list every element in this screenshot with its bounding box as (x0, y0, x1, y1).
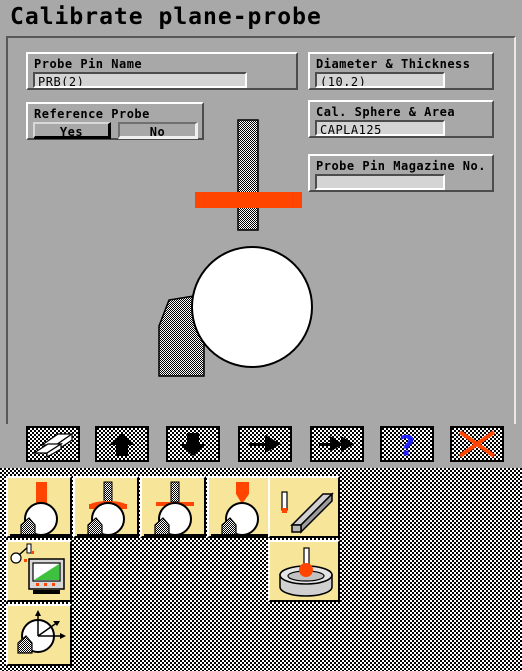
toolbar-button-next[interactable] (238, 426, 292, 462)
svg-text:?: ? (399, 429, 415, 460)
icon-palette (0, 468, 522, 671)
title-bar: Calibrate plane-probe (0, 0, 522, 38)
reference-probe-no-button[interactable]: No (118, 122, 198, 139)
monitor-display-icon (10, 543, 65, 594)
probe-pin-name-group: Probe Pin Name PRB(2) (26, 52, 298, 90)
palette-probe-cone[interactable] (207, 476, 273, 538)
toolbar-button-help[interactable]: ? (380, 426, 434, 462)
sphere-axes-icon (17, 610, 66, 654)
diameter-thickness-label: Diameter & Thickness (316, 57, 471, 71)
gauge-block-icon (281, 491, 334, 534)
reference-probe-yes-button[interactable]: Yes (33, 122, 111, 139)
cal-sphere-area-label: Cal. Sphere & Area (316, 105, 456, 119)
question-mark-icon: ? (382, 428, 432, 460)
red-cross-icon (452, 428, 502, 460)
probe-straight-stylus-icon (10, 482, 70, 536)
diameter-thickness-input[interactable]: (10,2) (315, 72, 445, 88)
probe-pin-magazine-group: Probe Pin Magazine No. (308, 154, 494, 192)
calibration-sphere-base-icon (279, 547, 333, 597)
cal-sphere-area-group: Cal. Sphere & Area CAPLA125 (308, 100, 494, 138)
arrow-down-icon (168, 428, 218, 460)
two-blocks-icon (28, 428, 78, 460)
cal-sphere-area-input[interactable]: CAPLA125 (315, 120, 445, 136)
arrow-right-icon (240, 428, 290, 460)
palette-sphere-axes[interactable] (6, 604, 72, 666)
palette-probe-plane[interactable] (140, 476, 206, 538)
main-panel: Probe Pin Name PRB(2) Reference Probe Ye… (6, 36, 516, 426)
reference-probe-group: Reference Probe Yes No (26, 102, 204, 140)
toolbar-button-down[interactable] (166, 426, 220, 462)
probe-cone-stylus-icon (211, 482, 271, 536)
reference-probe-label: Reference Probe (34, 107, 150, 121)
arrow-up-icon (97, 428, 147, 460)
probe-diagram (158, 119, 313, 377)
diameter-thickness-group: Diameter & Thickness (10,2) (308, 52, 494, 90)
toolbar-button-up[interactable] (95, 426, 149, 462)
application-window: Calibrate plane-probe Probe Pin Name PRB… (0, 0, 522, 671)
toolbar-button-next-all[interactable] (310, 426, 364, 462)
probe-pin-name-label: Probe Pin Name (34, 57, 143, 71)
toolbar: ? (0, 424, 522, 468)
palette-calibration-sphere[interactable] (268, 540, 340, 602)
palette-probe-disc[interactable] (73, 476, 139, 538)
probe-plane-stylus-icon (144, 481, 204, 536)
probe-disc-stylus-icon (77, 481, 137, 536)
probe-pin-magazine-label: Probe Pin Magazine No. (316, 159, 486, 173)
arrow-double-right-icon (312, 428, 362, 460)
toolbar-button-plane-probe[interactable] (26, 426, 80, 462)
palette-probe-straight[interactable] (6, 476, 72, 538)
probe-pin-name-input[interactable]: PRB(2) (33, 72, 247, 88)
page-title: Calibrate plane-probe (10, 4, 322, 30)
palette-monitor[interactable] (6, 540, 72, 602)
probe-pin-magazine-input[interactable] (315, 174, 445, 190)
toolbar-button-cancel[interactable] (450, 426, 504, 462)
palette-gauge-block[interactable] (268, 476, 340, 538)
